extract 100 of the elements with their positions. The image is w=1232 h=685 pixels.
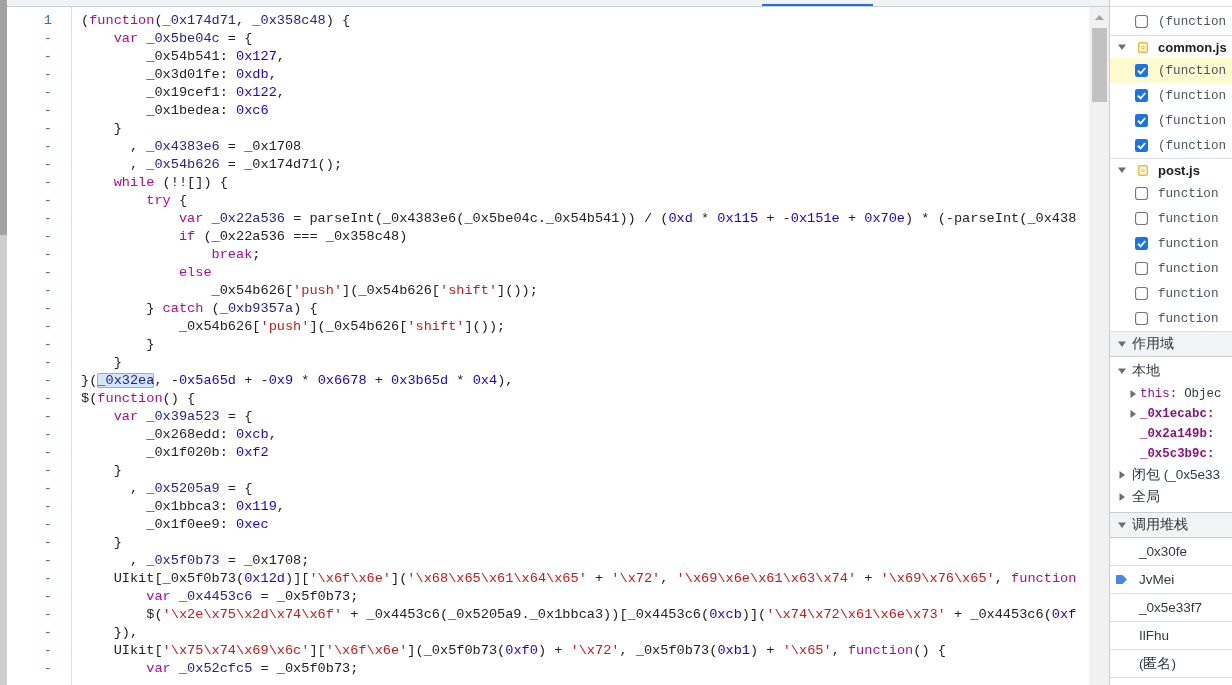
line-number: - [43, 67, 52, 82]
triangle-icon[interactable] [1118, 521, 1126, 529]
call-frame[interactable]: _0x5e33f7 [1139, 600, 1203, 615]
code-line: } [113, 355, 122, 370]
line-number: - [43, 625, 52, 640]
line-number: - [43, 49, 52, 64]
triangle-icon[interactable] [1118, 43, 1126, 51]
section-title: 作用域 [1132, 335, 1174, 353]
breakpoint-label: function [1158, 186, 1219, 201]
checkbox[interactable] [1135, 312, 1148, 325]
section-header[interactable]: 调用堆栈 [1110, 513, 1232, 538]
scope-label[interactable]: 闭包 (_0x5e33 [1132, 466, 1221, 484]
breakpoint-label: function [1158, 286, 1219, 301]
property-name[interactable]: this: [1140, 387, 1178, 401]
code-line: _0x19cef1: 0x122, [146, 85, 285, 100]
line-number: - [43, 463, 52, 478]
code-line: , _0x4383e6 = _0x1708 [129, 139, 302, 154]
section-header[interactable]: 作用域 [1110, 332, 1232, 357]
property-name[interactable]: _0x5c3b9c: [1140, 447, 1215, 461]
line-number: - [43, 301, 52, 316]
triangle-icon[interactable] [1129, 410, 1137, 418]
scrollbar[interactable] [1089, 7, 1109, 685]
line-number: - [43, 589, 52, 604]
code-line: var _0x4453c6 = _0x5f0b73; [146, 589, 359, 604]
triangle-icon[interactable] [1129, 390, 1137, 398]
code-line: } [113, 463, 122, 478]
code-line: _0x268edd: 0xcb, [146, 427, 277, 442]
line-number: - [43, 247, 52, 262]
file-icon [1138, 164, 1148, 176]
code-line: } [146, 337, 155, 352]
property-name[interactable]: _0x1ecabc: [1140, 407, 1215, 421]
line-number: - [43, 265, 52, 280]
line-number: - [43, 391, 52, 406]
code-line: _0x1bedea: 0xc6 [146, 103, 269, 118]
code-line: UIkit['\x75\x74\x69\x6c']['\x6f\x6e'](_0x5f0b73(0xf0) + '\x72', _0x5f0b73(0xb1) + '\x65', function() { [113, 643, 946, 658]
breakpoint-label: (function [1158, 88, 1227, 103]
line-number: - [43, 535, 52, 550]
line-number: - [43, 157, 52, 172]
code-line: _0x1f020b: 0xf2 [146, 445, 269, 460]
code-line: if (_0x22a536 === _0x358c48) [178, 229, 408, 244]
line-number: - [43, 499, 52, 514]
file-name[interactable]: post.js [1158, 162, 1200, 178]
line-number: - [43, 139, 52, 154]
line-number: - [43, 643, 52, 658]
line-number: - [43, 337, 52, 352]
line-number: - [43, 373, 52, 388]
line-number: - [43, 517, 52, 532]
file-icon [1138, 41, 1148, 53]
breakpoint-label: function [1158, 261, 1219, 276]
triangle-icon[interactable] [1118, 493, 1126, 501]
line-number: - [43, 229, 52, 244]
scrollbar-thumb[interactable] [0, 0, 7, 235]
triangle-icon[interactable] [1118, 471, 1126, 479]
checkbox[interactable] [1135, 139, 1148, 152]
scope-label[interactable]: 全局 [1132, 488, 1160, 506]
line-number: - [43, 607, 52, 622]
call-frame[interactable]: _0x30fe [1139, 544, 1188, 559]
scrollbar-thumb[interactable] [1091, 28, 1107, 102]
breakpoint-label: (function [1158, 63, 1227, 78]
line-number: - [43, 175, 52, 190]
triangle-icon[interactable] [1118, 340, 1126, 348]
call-frame[interactable]: IlFhu [1139, 628, 1169, 643]
code-line: var _0x52cfc5 = _0x5f0b73; [146, 661, 359, 676]
code-line: _0x54b626['push'](_0x54b626['shift']()); [178, 319, 506, 334]
breakpoint-label: function [1158, 211, 1219, 226]
code-line: try { [146, 193, 188, 208]
code-line: UIkit[_0x5f0b73(0x12d)]['\x6f\x6e']('\x68\x65\x61\x64\x65' + '\x72', '\x69\x6e\x61\x63\x74' + '\x69\x76\x65', function [113, 571, 1077, 586]
breakpoint-label: (function [1158, 138, 1227, 153]
triangle-icon[interactable] [1118, 166, 1126, 174]
scrollbar[interactable] [0, 0, 7, 685]
checkbox[interactable] [1135, 15, 1148, 28]
code-line: } [113, 121, 122, 136]
file-name[interactable]: common.js [1158, 39, 1227, 55]
property-name[interactable]: _0x2a149b: [1140, 427, 1215, 441]
checkbox[interactable] [1135, 287, 1148, 300]
checkbox[interactable] [1135, 114, 1148, 127]
breakpoint-row[interactable]: (function [1110, 58, 1232, 83]
line-number: - [43, 553, 52, 568]
section-title: 调用堆栈 [1132, 516, 1188, 534]
code-line: _0x1bbca3: 0x119, [146, 499, 285, 514]
checkbox[interactable] [1135, 89, 1148, 102]
triangle-icon[interactable] [1118, 367, 1126, 375]
line-number: - [43, 31, 52, 46]
breakpoint-label: (function [1158, 113, 1227, 128]
call-frame[interactable]: JvMei [1139, 572, 1175, 587]
scope-label[interactable]: 本地 [1132, 362, 1160, 380]
checkbox[interactable] [1135, 187, 1148, 200]
checkbox[interactable] [1135, 237, 1148, 250]
line-number: - [43, 211, 52, 226]
code-line: , _0x5f0b73 = _0x1708; [129, 553, 310, 568]
breakpoint-label: (function [1158, 14, 1227, 29]
checkbox[interactable] [1135, 64, 1148, 77]
line-number: - [43, 571, 52, 586]
line-number: - [43, 193, 52, 208]
code-line: var _0x39a523 = { [113, 409, 253, 424]
line-number: - [43, 445, 52, 460]
checkbox[interactable] [1135, 212, 1148, 225]
call-frame[interactable]: (匿名) [1139, 654, 1176, 673]
property-value: Objec [1184, 387, 1222, 401]
checkbox[interactable] [1135, 262, 1148, 275]
